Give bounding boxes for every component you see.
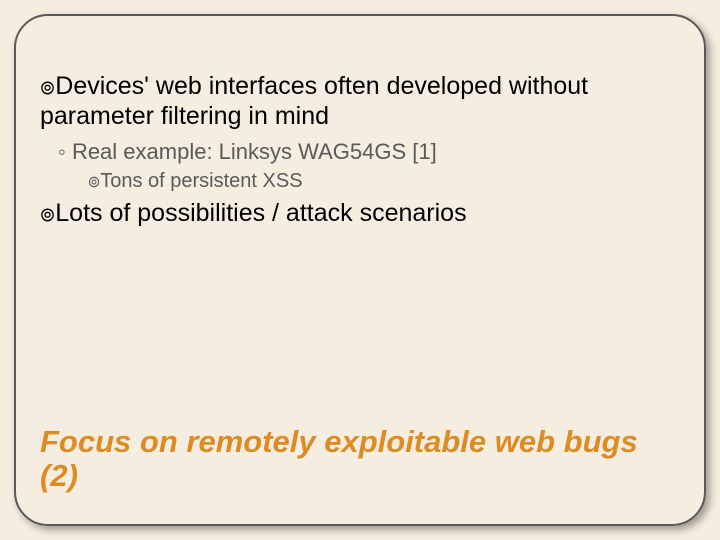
slide-body: ๏Devices' web interfaces often developed… — [40, 72, 680, 237]
bullet-level1: ๏Lots of possibilities / attack scenario… — [40, 199, 680, 229]
bullet-level3: ๏Tons of persistent XSS — [88, 169, 680, 193]
bullet-text: Real example: Linksys WAG54GS [1] — [72, 139, 437, 164]
bullet-text: Devices' web interfaces often developed … — [40, 72, 588, 130]
ring-bullet-icon: ◦ — [58, 139, 66, 164]
bullet-text: Lots of possibilities / attack scenarios — [55, 199, 466, 227]
curly-bullet-icon: ๏ — [40, 73, 55, 100]
slide: ๏Devices' web interfaces often developed… — [0, 0, 720, 540]
bullet-level2: ◦ Real example: Linksys WAG54GS [1] — [58, 139, 680, 165]
curly-bullet-icon: ๏ — [88, 170, 100, 192]
bullet-level1: ๏Devices' web interfaces often developed… — [40, 72, 680, 131]
bullet-text: Tons of persistent XSS — [100, 170, 302, 192]
curly-bullet-icon: ๏ — [40, 200, 55, 227]
slide-title: Focus on remotely exploitable web bugs (… — [40, 425, 680, 494]
